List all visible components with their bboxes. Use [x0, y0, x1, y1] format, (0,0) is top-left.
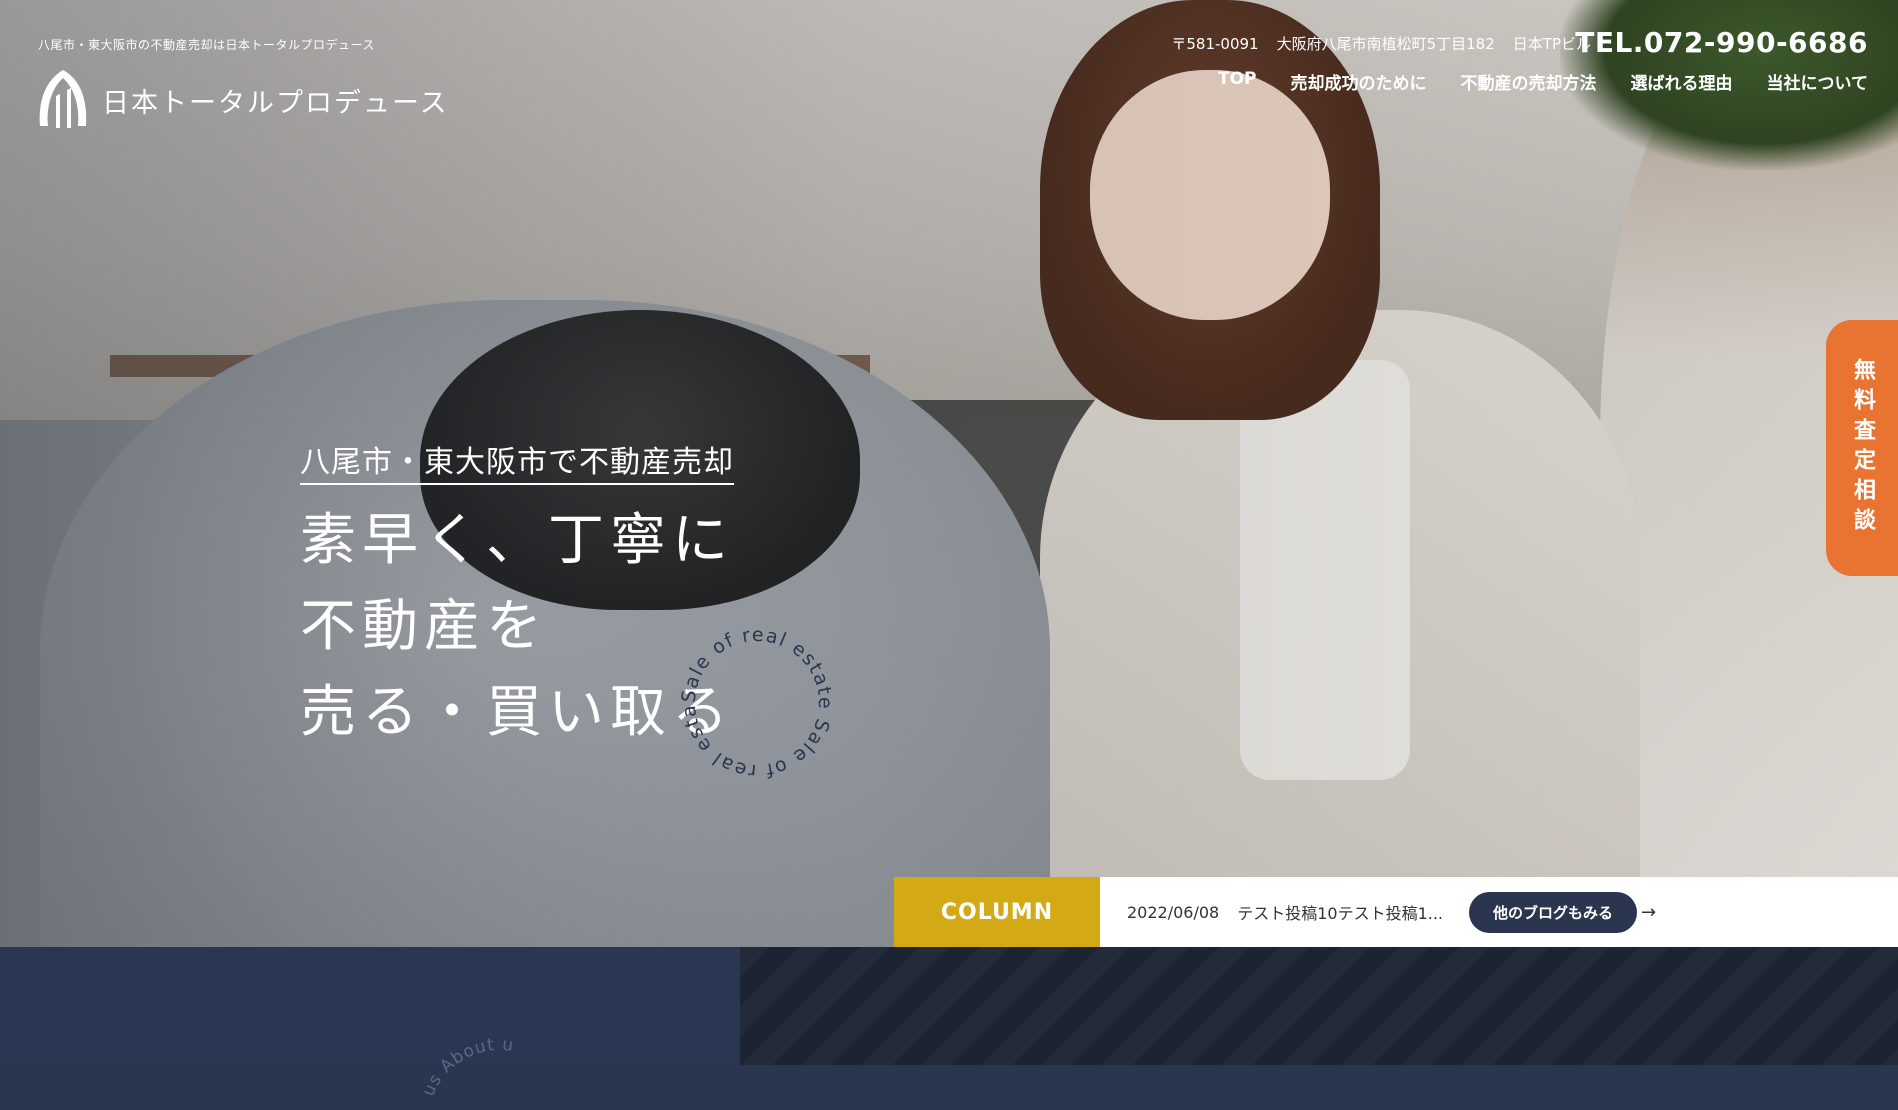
nav-item-top[interactable]: TOP: [1218, 69, 1257, 94]
about-section-right: [740, 947, 1898, 1065]
nav-item-about[interactable]: 当社について: [1767, 69, 1869, 94]
rotating-circle-text: Sale of real estate Sale of real estate: [672, 618, 836, 782]
column-label: COLUMN: [894, 877, 1100, 947]
column-post-date: 2022/06/08: [1127, 902, 1220, 922]
hero-headline-line-3: 売る・買い取る: [300, 680, 734, 745]
street-address: 大阪府八尾市南植松町5丁目182: [1276, 35, 1495, 53]
about-arc-text-path: us About u: [420, 1035, 514, 1100]
about-us-circle-text: us About u: [420, 1035, 515, 1100]
free-appraisal-button[interactable]: 無料査定相談: [1826, 320, 1898, 576]
svg-text:us About u: us About u: [420, 1035, 515, 1100]
logo-text: 日本トータルプロデュース: [102, 87, 449, 119]
hero-overlay: [0, 0, 1898, 947]
site-logo[interactable]: 日本トータルプロデュース: [34, 66, 449, 134]
about-section-left: [0, 947, 740, 1065]
main-nav: TOP 売却成功のために 不動産の売却方法 選ばれる理由 当社について: [1218, 69, 1868, 94]
free-appraisal-label: 無料査定相談: [1850, 358, 1875, 538]
nav-item-method[interactable]: 不動産の売却方法: [1461, 69, 1597, 94]
hero-headline: 素早く、丁寧に 不動産を 売る・買い取る: [300, 498, 734, 756]
postal-code: 〒581-0091: [1171, 35, 1259, 53]
phone-link[interactable]: TEL.072-990-6686: [1575, 26, 1868, 59]
logo-icon: [39, 70, 87, 128]
hero-headline-line-1: 素早く、丁寧に: [300, 508, 734, 573]
more-blog-button[interactable]: 他のブログもみる: [1469, 891, 1638, 933]
column-post-link[interactable]: テスト投稿10テスト投稿1...: [1237, 900, 1443, 924]
hero-lead: 八尾市・東大阪市で不動産売却: [300, 437, 734, 485]
hero-image: [0, 0, 1898, 947]
hero-headline-line-2: 不動産を: [300, 594, 548, 659]
circle-text-path: Sale of real estate Sale of real estate: [672, 618, 835, 782]
svg-text:Sale of real estate Sale of re: Sale of real estate Sale of real estate: [672, 618, 836, 782]
nav-item-reasons[interactable]: 選ばれる理由: [1631, 69, 1733, 94]
column-bar: COLUMN 2022/06/08 テスト投稿10テスト投稿1... 他のブログ…: [894, 877, 1898, 947]
company-address: 〒581-0091 大阪府八尾市南植松町5丁目182 日本TPビル: [1171, 33, 1591, 54]
site-tagline: 八尾市・東大阪市の不動産売却は日本トータルプロデュース: [38, 38, 375, 52]
arrow-right-icon: →: [1641, 901, 1657, 923]
nav-item-success[interactable]: 売却成功のために: [1291, 69, 1427, 94]
